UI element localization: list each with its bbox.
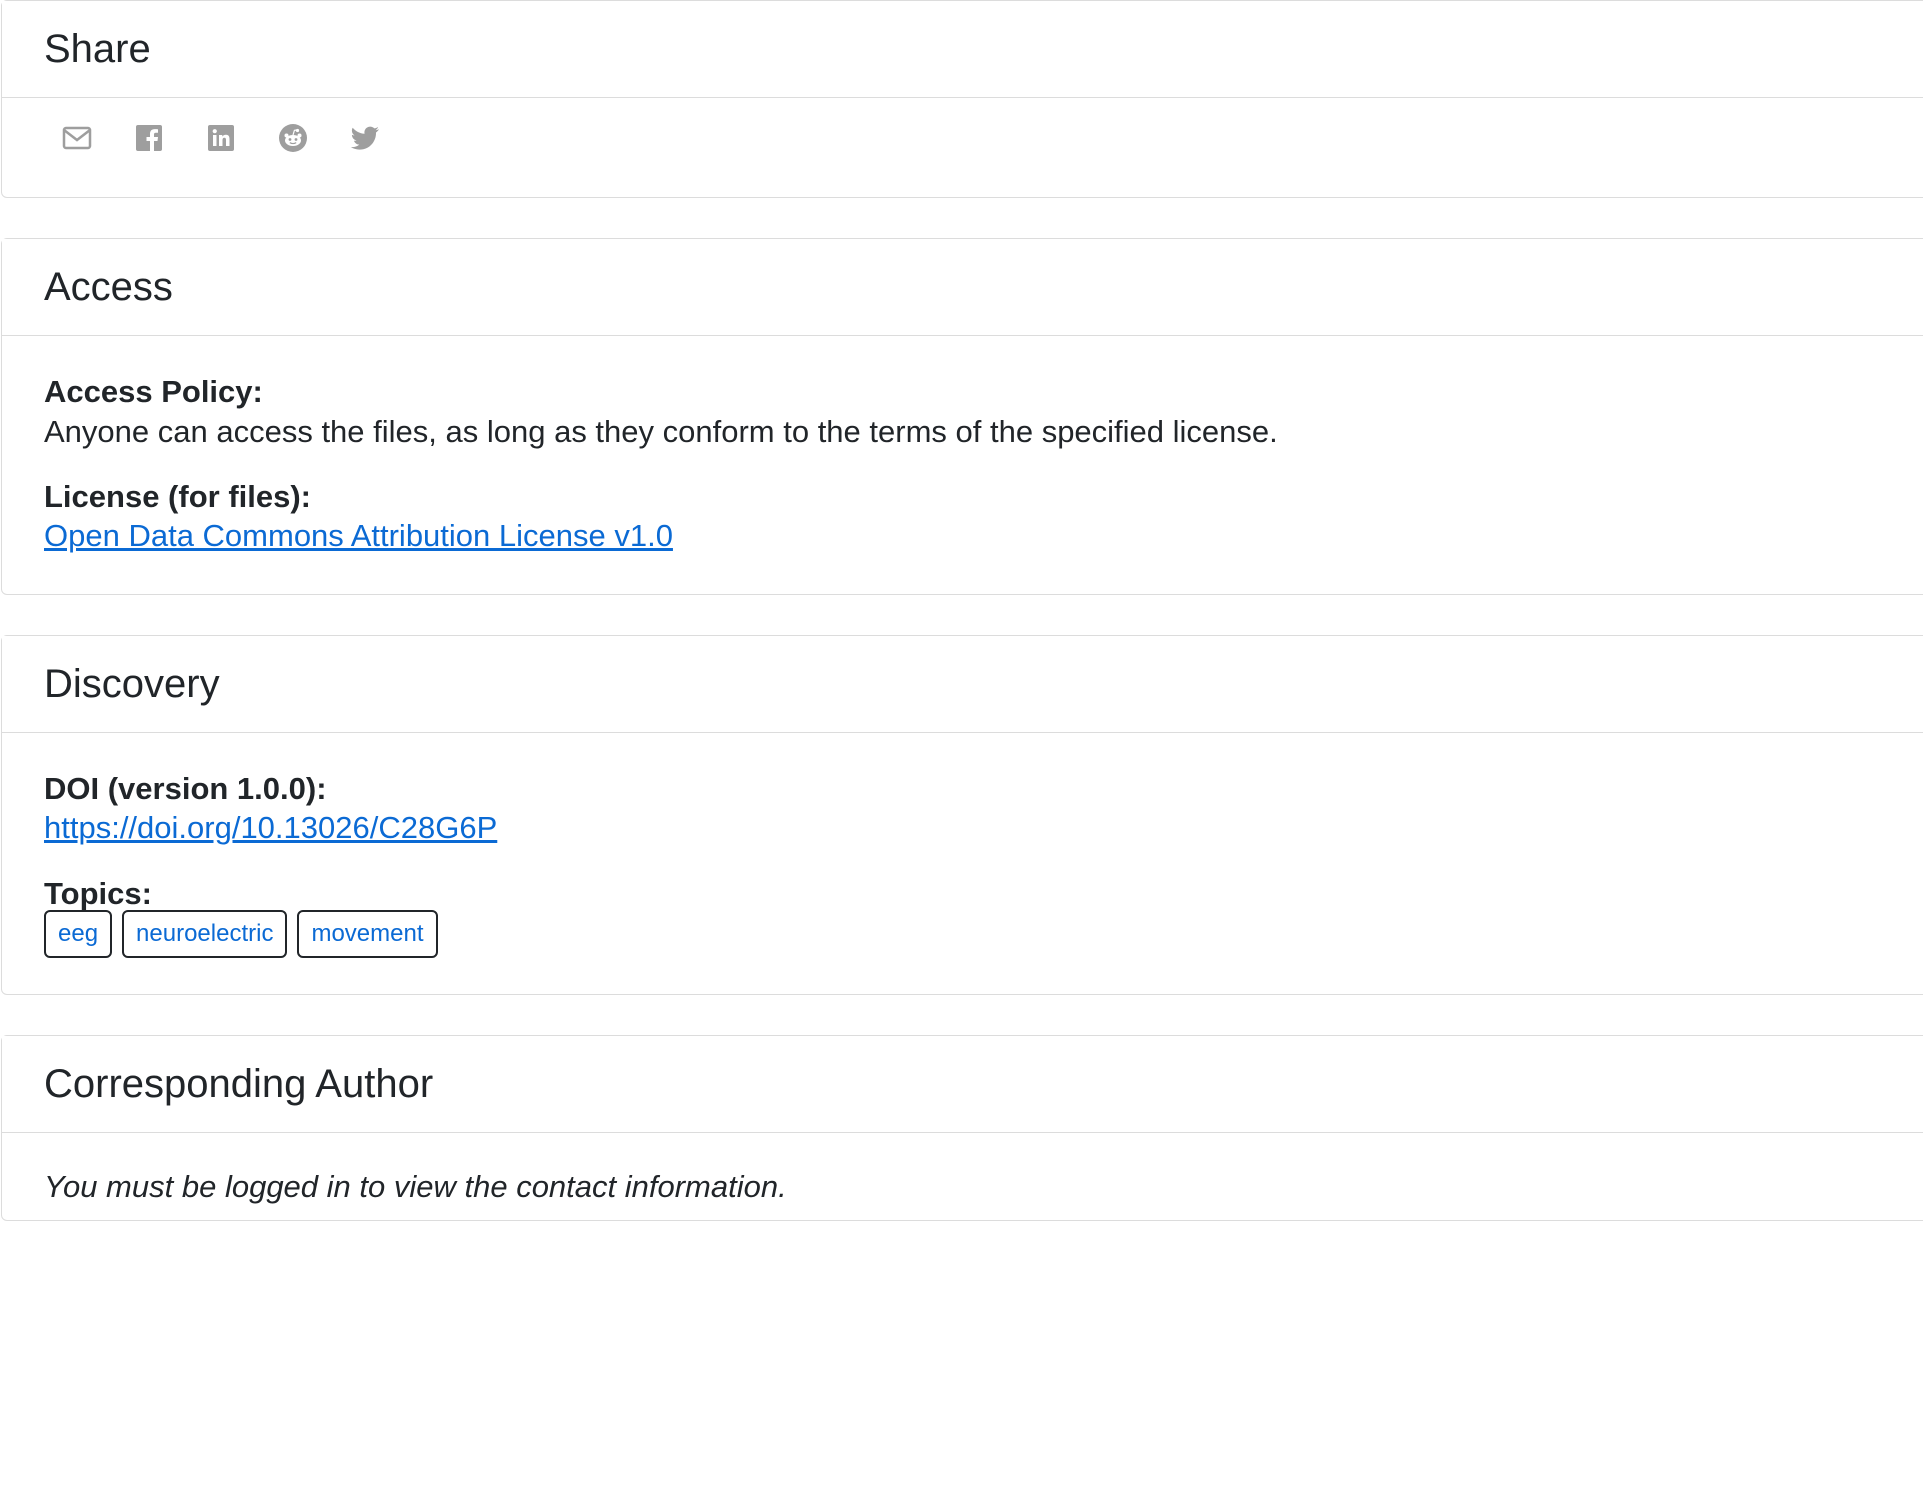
project-sidebar-page: Share Access Access Policy: Anyone can a… xyxy=(0,0,1923,1497)
access-policy-text: Anyone can access the files, as long as … xyxy=(44,414,1278,449)
facebook-icon[interactable] xyxy=(113,118,185,158)
doi-link[interactable]: https://doi.org/10.13026/C28G6P xyxy=(44,812,497,843)
author-card-body: You must be logged in to view the contac… xyxy=(2,1133,1923,1220)
share-card-body xyxy=(2,98,1923,197)
topic-tag-neuroelectric[interactable]: neuroelectric xyxy=(122,910,288,958)
linkedin-icon[interactable] xyxy=(185,118,257,158)
email-icon[interactable] xyxy=(41,118,113,158)
login-required-note: You must be logged in to view the contac… xyxy=(44,1169,787,1204)
share-card-header: Share xyxy=(2,1,1923,98)
access-card-body: Access Policy: Anyone can access the fil… xyxy=(2,336,1923,594)
access-card-header: Access xyxy=(2,239,1923,336)
topics-list: eeg neuroelectric movement xyxy=(44,910,438,958)
corresponding-author-card: Corresponding Author You must be logged … xyxy=(1,1035,1923,1221)
reddit-icon[interactable] xyxy=(257,118,329,158)
topic-tag-eeg[interactable]: eeg xyxy=(44,910,113,958)
share-card: Share xyxy=(1,0,1923,198)
access-title: Access xyxy=(44,265,173,309)
access-card: Access Access Policy: Anyone can access … xyxy=(1,238,1923,595)
discovery-card-body: DOI (version 1.0.0): https://doi.org/10.… xyxy=(2,733,1923,994)
share-title: Share xyxy=(44,27,151,71)
share-icons xyxy=(41,118,401,158)
topics-label: Topics: xyxy=(44,876,152,911)
author-title: Corresponding Author xyxy=(44,1062,434,1106)
license-link[interactable]: Open Data Commons Attribution License v1… xyxy=(44,520,673,551)
discovery-card: Discovery DOI (version 1.0.0): https://d… xyxy=(1,635,1923,995)
author-card-header: Corresponding Author xyxy=(2,1036,1923,1133)
discovery-card-header: Discovery xyxy=(2,636,1923,733)
discovery-title: Discovery xyxy=(44,662,220,706)
doi-label: DOI (version 1.0.0): xyxy=(44,771,327,806)
topic-tag-movement[interactable]: movement xyxy=(297,910,438,958)
twitter-icon[interactable] xyxy=(329,118,401,158)
access-policy-label: Access Policy: xyxy=(44,374,263,409)
license-label: License (for files): xyxy=(44,479,311,514)
